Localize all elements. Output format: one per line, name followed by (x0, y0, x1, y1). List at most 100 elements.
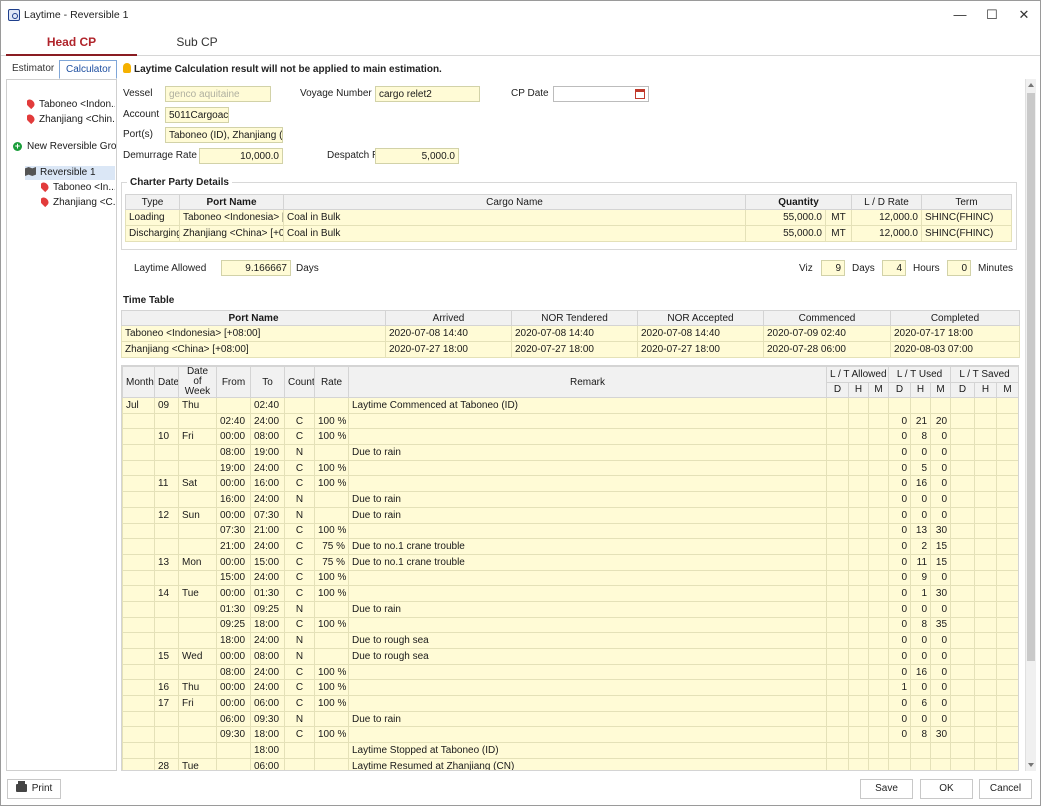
col-saved-m: M (996, 381, 1018, 398)
location-pin-icon (27, 98, 37, 110)
table-row[interactable]: 10 Fri 00:00 08:00 C 100 % 0 8 0 (122, 428, 1018, 446)
viz-days-field[interactable]: 9 (821, 260, 845, 276)
cp-date-field[interactable] (553, 86, 649, 102)
time-table: Port Name Arrived NOR Tendered NOR Accep… (121, 310, 1020, 358)
tab-estimator[interactable]: Estimator (6, 60, 58, 79)
account-label: Account (123, 109, 160, 120)
col-cargo-name: Cargo Name (283, 194, 746, 210)
table-row[interactable]: 01:30 09:25 N Due to rain 0 0 0 (122, 600, 1018, 618)
calendar-icon[interactable] (635, 89, 645, 99)
tree-port-item[interactable]: Taboneo <In... (41, 181, 115, 195)
col-used-m: M (930, 381, 952, 398)
table-row[interactable]: 16:00 24:00 N Due to rain 0 0 0 (122, 491, 1018, 508)
scroll-thumb[interactable] (1027, 93, 1035, 661)
viz-minutes-field[interactable]: 0 (947, 260, 971, 276)
col-rate: Rate (314, 366, 349, 398)
laytime-allowed-field[interactable]: 9.166667 (221, 260, 291, 276)
table-row[interactable]: 08:00 24:00 C 100 % 0 16 0 (122, 663, 1018, 681)
table-row[interactable]: Zhanjiang <China> [+08:00] 2020-07-27 18… (121, 341, 1020, 358)
col-count: Count (284, 366, 315, 398)
vertical-scrollbar[interactable] (1025, 79, 1036, 771)
calculator-panel: Vessel genco aquitaine Voyage Number car… (119, 79, 1025, 771)
table-row[interactable]: 02:40 24:00 C 100 % 0 21 20 (122, 412, 1018, 430)
minimize-button[interactable]: — (945, 5, 975, 25)
time-table-title: Time Table (123, 295, 175, 306)
table-row[interactable]: 07:30 21:00 C 100 % 0 13 30 (122, 522, 1018, 540)
voyage-number-field[interactable]: cargo relet2 (375, 86, 480, 102)
statement-body: Jul 09 Thu 02:40 Laytime Commenced at Tabone… (122, 397, 1018, 770)
tree-port-item[interactable]: Taboneo <Indon... (27, 98, 115, 112)
col-allowed-m: M (867, 381, 890, 398)
printer-icon (15, 781, 27, 792)
tab-head-cp[interactable]: Head CP (6, 29, 137, 56)
tab-sub-cp[interactable]: Sub CP (137, 29, 257, 56)
table-row[interactable]: Jul 09 Thu 02:40 Laytime Commenced at Tabone… (122, 397, 1018, 414)
ok-button[interactable]: OK (920, 779, 973, 799)
table-row[interactable]: Loading Taboneo <Indonesia> [... Coal in… (125, 209, 1012, 226)
viz-days-label: Days (852, 263, 875, 274)
print-button[interactable]: Print (7, 779, 61, 799)
cancel-button[interactable]: Cancel (979, 779, 1032, 799)
despatch-rate-field[interactable]: 5,000.0 (375, 148, 459, 164)
table-row[interactable]: 15:00 24:00 C 100 % 0 9 0 (122, 569, 1018, 587)
viz-label: Viz (799, 263, 813, 274)
vessel-field[interactable]: genco aquitaine (165, 86, 271, 102)
col-arrived: Arrived (385, 310, 512, 326)
table-row[interactable]: 28 Tue 06:00 Laytime Resumed at Zhanjiang (… (122, 757, 1018, 770)
laytime-days-unit: Days (296, 263, 319, 274)
col-from: From (216, 366, 251, 398)
close-button[interactable]: ✕ (1009, 5, 1039, 25)
tree-port-item[interactable]: Zhanjiang <Chin... (27, 113, 115, 127)
table-row[interactable]: 18:00 Laytime Stopped at Taboneo (ID) (122, 742, 1018, 759)
maximize-button[interactable]: ☐ (977, 5, 1007, 25)
col-commenced: Commenced (763, 310, 891, 326)
tree-port-item[interactable]: Zhanjiang <C... (41, 196, 115, 210)
table-row[interactable]: 16 Thu 00:00 24:00 C 100 % 1 0 0 (122, 679, 1018, 697)
table-row[interactable]: 12 Sun 00:00 07:30 N Due to rain 0 0 0 (122, 506, 1018, 524)
table-row[interactable]: Taboneo <Indonesia> [+08:00] 2020-07-08 … (121, 325, 1020, 342)
table-row[interactable]: 18:00 24:00 N Due to rough sea 0 0 0 (122, 632, 1018, 649)
col-lt-used: L / T Used (888, 366, 952, 383)
ports-field[interactable]: Taboneo (ID), Zhanjiang (CN) (165, 127, 283, 143)
table-row[interactable]: 19:00 24:00 C 100 % 0 5 0 (122, 459, 1018, 477)
laytime-window: Laytime - Reversible 1 — ☐ ✕ Head CP Sub… (0, 0, 1041, 806)
scroll-down-icon[interactable] (1028, 763, 1034, 767)
col-quantity: Quantity (745, 194, 852, 210)
table-row[interactable]: 13 Mon 00:00 15:00 C 75 % Due to no.1 crane tr… (122, 553, 1018, 571)
add-circle-icon: + (13, 141, 22, 151)
cp-date-label: CP Date (511, 88, 549, 99)
col-nor-accepted: NOR Accepted (637, 310, 764, 326)
tab-calculator[interactable]: Calculator (59, 60, 117, 79)
account-field[interactable]: 5011Cargoacct (165, 107, 229, 123)
scroll-up-icon[interactable] (1028, 83, 1034, 87)
table-row[interactable]: 08:00 19:00 N Due to rain 0 0 0 (122, 444, 1018, 461)
table-row[interactable]: 15 Wed 00:00 08:00 N Due to rough sea 0 0 0 (122, 648, 1018, 665)
table-row[interactable]: 06:00 09:30 N Due to rain 0 0 0 (122, 710, 1018, 728)
table-row[interactable]: 14 Tue 00:00 01:30 C 100 % 0 1 30 (122, 585, 1018, 602)
col-remark: Remark (348, 366, 827, 398)
col-nor-tendered: NOR Tendered (511, 310, 638, 326)
save-button[interactable]: Save (860, 779, 913, 799)
table-row[interactable]: 11 Sat 00:00 16:00 C 100 % 0 16 0 (122, 475, 1018, 493)
viz-hours-field[interactable]: 4 (882, 260, 906, 276)
col-used-h: H (910, 381, 932, 398)
col-type: Type (125, 194, 180, 210)
table-row[interactable]: 17 Fri 00:00 06:00 C 100 % 0 6 0 (122, 695, 1018, 712)
table-row[interactable]: Discharging Zhanjiang <China> [+0... Coa… (125, 225, 1012, 242)
col-date-of-week: Date of Week (178, 366, 217, 398)
table-row[interactable]: 09:30 18:00 C 100 % 0 8 30 (122, 726, 1018, 744)
demurrage-rate-label: Demurrage Rate (123, 150, 197, 161)
table-row[interactable]: 09:25 18:00 C 100 % 0 8 35 (122, 616, 1018, 634)
tree-group-item[interactable]: Reversible 1 (25, 166, 115, 180)
cp-tabs: Head CP Sub CP (1, 29, 1040, 56)
table-row[interactable]: 21:00 24:00 C 75 % Due to no.1 crane trouble… (122, 538, 1018, 555)
col-term: Term (921, 194, 1012, 210)
laytime-statement-grid[interactable]: Month Date Date of Week From To Count Ra… (121, 365, 1019, 771)
demurrage-rate-field[interactable]: 10,000.0 (199, 148, 283, 164)
col-saved-d: D (950, 381, 976, 398)
port-tree: Taboneo <Indon... Zhanjiang <Chin... + Ne… (6, 79, 117, 771)
location-pin-icon (27, 113, 37, 125)
col-completed: Completed (890, 310, 1020, 326)
col-allowed-h: H (848, 381, 869, 398)
new-reversible-group-button[interactable]: +New Reversible Group (13, 140, 116, 154)
